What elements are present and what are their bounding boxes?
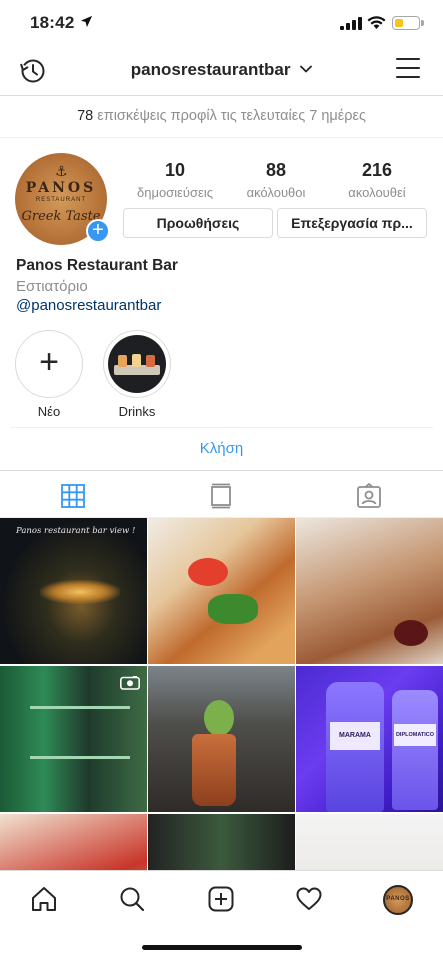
profile-tabs bbox=[0, 470, 443, 518]
followers-label: ακόλουθοι bbox=[246, 185, 306, 200]
search-icon[interactable] bbox=[118, 885, 146, 913]
tagged-icon[interactable] bbox=[356, 483, 382, 509]
posts-count: 10 bbox=[164, 160, 186, 180]
bottle-label: MARAMA bbox=[330, 722, 380, 750]
highlight-drinks-label: Drinks bbox=[118, 404, 156, 419]
location-arrow-icon bbox=[80, 15, 93, 28]
status-bar: 18:42 bbox=[0, 0, 443, 46]
promotions-button[interactable]: Προωθήσεις bbox=[123, 208, 273, 238]
add-story-icon[interactable]: + bbox=[86, 219, 110, 243]
highlight-new-label: Νέο bbox=[37, 404, 61, 419]
post-thumbnail[interactable] bbox=[0, 666, 147, 812]
posts-stat[interactable]: 10 δημοσιεύσεις bbox=[123, 160, 227, 200]
battery-level bbox=[395, 19, 403, 27]
home-indicator bbox=[142, 945, 302, 950]
following-count: 216 bbox=[361, 160, 393, 180]
anchor-icon: ⚓ bbox=[55, 163, 68, 179]
chevron-down-icon bbox=[300, 65, 313, 73]
call-button-label: Κλήση bbox=[199, 440, 244, 457]
plus-icon: + bbox=[39, 343, 59, 381]
highlight-drinks-ring bbox=[103, 330, 171, 398]
account-switcher[interactable]: panosrestaurantbar bbox=[0, 60, 443, 80]
post-thumbnail[interactable]: MARAMA DIPLOMATICO bbox=[296, 666, 443, 812]
following-label: ακολουθεί bbox=[348, 185, 406, 200]
grid-icon[interactable] bbox=[60, 483, 86, 509]
profile-handle-link[interactable]: @panosrestaurantbar bbox=[16, 297, 161, 314]
highlight-drinks[interactable]: Drinks bbox=[102, 330, 172, 419]
wifi-icon bbox=[367, 16, 386, 29]
bottle-label: DIPLOMATICO bbox=[394, 724, 436, 746]
avatar-logo-line1: PANOS bbox=[25, 180, 97, 196]
posts-grid: Panos restaurant bar view ! MARAMA DIPLO… bbox=[0, 518, 443, 870]
profile-category: Εστιατόριο bbox=[16, 278, 88, 295]
status-time: 18:42 bbox=[30, 13, 75, 32]
edit-profile-button[interactable]: Επεξεργασία πρ... bbox=[277, 208, 427, 238]
username: panosrestaurantbar bbox=[130, 60, 291, 79]
profile-header: panosrestaurantbar bbox=[0, 46, 443, 96]
highlight-new-ring: + bbox=[15, 330, 83, 398]
activity-icon[interactable] bbox=[295, 885, 323, 913]
post-thumbnail[interactable] bbox=[296, 518, 443, 664]
post-thumbnail[interactable]: Panos restaurant bar view ! bbox=[0, 518, 147, 664]
nav-avatar-text: PANOS bbox=[386, 896, 410, 902]
post-thumbnail[interactable] bbox=[148, 814, 295, 870]
posts-label: δημοσιεύσεις bbox=[137, 185, 213, 200]
highlight-drinks-image bbox=[108, 335, 166, 393]
followers-stat[interactable]: 88 ακόλουθοι bbox=[224, 160, 328, 200]
profile-avatar-tab[interactable]: PANOS bbox=[383, 885, 413, 915]
battery-icon bbox=[392, 16, 420, 30]
post-thumbnail[interactable] bbox=[0, 814, 147, 870]
feed-icon[interactable] bbox=[208, 483, 234, 509]
insights-text: επισκέψεις προφίλ τις τελευταίες 7 ημέρε… bbox=[97, 108, 366, 124]
profile-name: Panos Restaurant Bar bbox=[16, 257, 178, 274]
highlight-new[interactable]: + Νέο bbox=[14, 330, 84, 419]
signal-icon bbox=[340, 17, 362, 30]
avatar-logo-line2: RESTAURANT bbox=[35, 197, 87, 203]
home-icon[interactable] bbox=[30, 885, 58, 913]
following-stat[interactable]: 216 ακολουθεί bbox=[325, 160, 429, 200]
post-thumbnail[interactable] bbox=[148, 666, 295, 812]
profile-stats: 10 δημοσιεύσεις 88 ακόλουθοι 216 ακολουθ… bbox=[123, 160, 435, 202]
new-post-icon[interactable] bbox=[207, 885, 235, 913]
profile-insights-bar[interactable]: 78 επισκέψεις προφίλ τις τελευταίες 7 ημ… bbox=[0, 96, 443, 138]
post-caption-overlay: Panos restaurant bar view ! bbox=[16, 526, 136, 536]
followers-count: 88 bbox=[265, 160, 287, 180]
call-button[interactable]: Κλήση bbox=[10, 427, 433, 470]
insights-count: 78 bbox=[77, 108, 94, 124]
menu-icon[interactable] bbox=[396, 58, 420, 82]
video-icon bbox=[120, 676, 140, 690]
battery-tip bbox=[421, 20, 424, 26]
post-thumbnail[interactable] bbox=[148, 518, 295, 664]
post-thumbnail[interactable] bbox=[296, 814, 443, 870]
